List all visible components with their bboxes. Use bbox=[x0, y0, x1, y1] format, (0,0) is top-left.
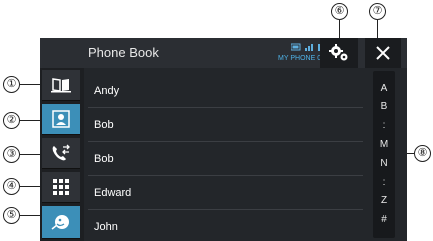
list-item[interactable]: Bob bbox=[88, 108, 363, 142]
keypad-button[interactable] bbox=[42, 172, 80, 203]
phone-book-icon bbox=[51, 78, 71, 93]
call-history-button[interactable] bbox=[42, 138, 80, 169]
phone-book-screen: Phone Book MY PHONE 03 Andy Bob Bob Edwa… bbox=[40, 38, 407, 241]
device-name: MY PHONE 03 bbox=[278, 55, 325, 62]
voice-recognition-icon bbox=[51, 215, 69, 230]
call-history-icon bbox=[52, 144, 70, 161]
list-item[interactable]: Edward bbox=[88, 176, 363, 210]
list-item[interactable]: John bbox=[88, 210, 363, 241]
index-letter[interactable]: # bbox=[373, 214, 395, 225]
index-letter[interactable]: Z bbox=[373, 195, 395, 206]
contact-icon bbox=[52, 110, 70, 128]
header-bar: Phone Book MY PHONE 03 bbox=[40, 38, 407, 68]
keypad-icon bbox=[53, 179, 69, 195]
status-area: MY PHONE 03 bbox=[265, 43, 325, 65]
index-letter: : bbox=[382, 120, 386, 131]
sidebar bbox=[40, 68, 84, 241]
index-letter[interactable]: N bbox=[373, 158, 395, 169]
settings-icon bbox=[329, 44, 348, 61]
page-title: Phone Book bbox=[88, 45, 159, 60]
list-item[interactable]: Bob bbox=[88, 142, 363, 176]
index-letter[interactable]: M bbox=[373, 139, 395, 150]
phone-book-button[interactable] bbox=[42, 70, 80, 101]
settings-button[interactable] bbox=[320, 38, 358, 68]
index-letter: : bbox=[382, 177, 386, 188]
close-icon bbox=[376, 46, 390, 60]
index-letter[interactable]: B bbox=[373, 101, 395, 112]
list-item[interactable]: Andy bbox=[88, 74, 363, 108]
index-letter[interactable]: A bbox=[373, 83, 395, 94]
voice-recognition-button[interactable] bbox=[42, 206, 80, 239]
contact-button[interactable] bbox=[42, 104, 80, 135]
alphabet-index[interactable]: A B : M N : Z # bbox=[373, 71, 395, 238]
close-button[interactable] bbox=[365, 38, 401, 68]
